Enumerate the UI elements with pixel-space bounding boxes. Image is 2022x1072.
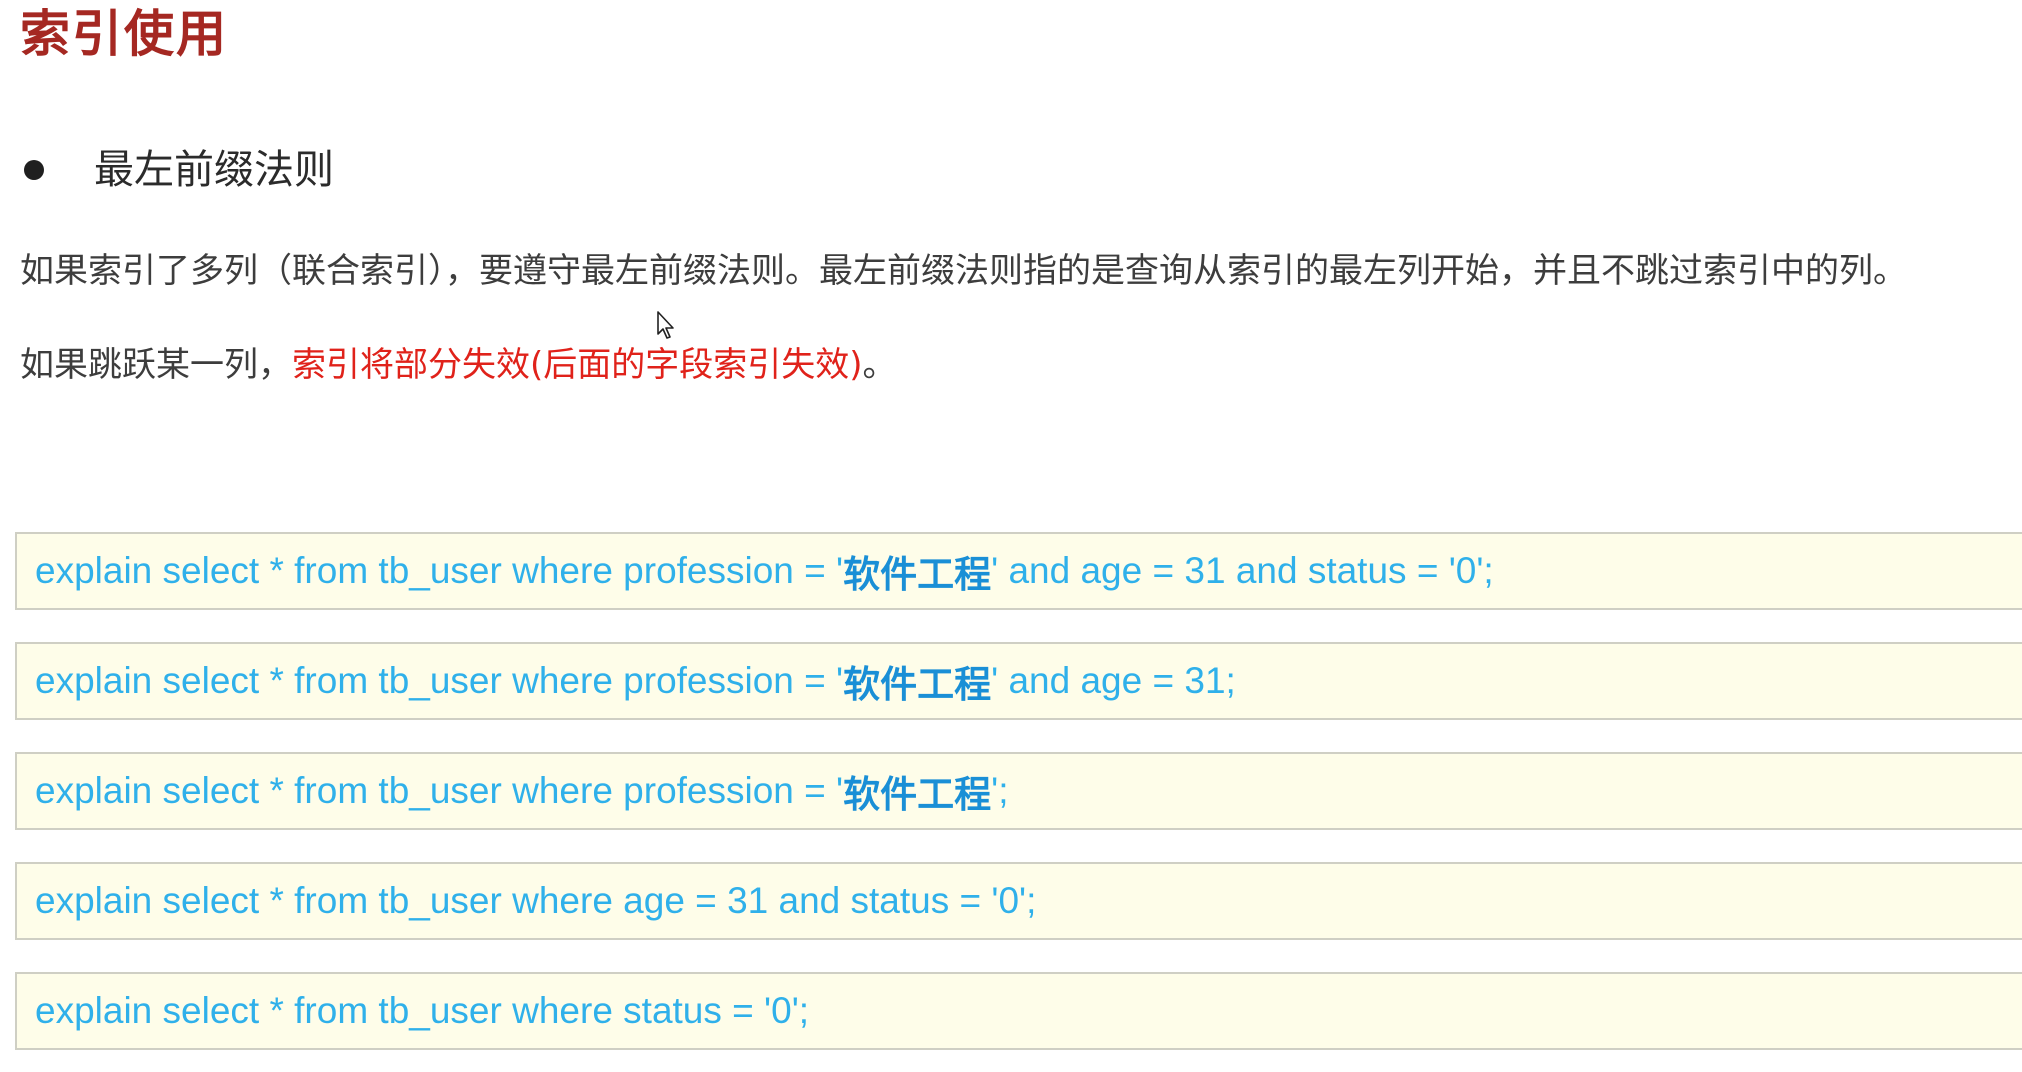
bullet-item-label: 最左前缀法则 [94,147,334,193]
sql-code-value: 软件工程 [843,663,992,706]
rule-warning-highlight: 索引将部分失效(后面的字段索引失效) [292,345,863,385]
sql-code-line: explain select * from tb_user where prof… [15,532,2022,610]
sql-code-text: explain select * from tb_user where prof… [35,550,844,591]
sql-code-text: '; [991,770,1009,811]
sql-code-text: explain select * from tb_user where stat… [35,990,810,1031]
bullet-item-leftmost-prefix: 最左前缀法则 [20,140,334,200]
sql-code-text: explain select * from tb_user where prof… [35,660,844,701]
sql-code-line: explain select * from tb_user where age … [15,862,2022,940]
bullet-dot-icon [24,160,44,180]
sql-code-line: explain select * from tb_user where prof… [15,752,2022,830]
sql-code-value: 软件工程 [843,553,992,596]
sql-code-text: explain select * from tb_user where age … [35,880,1037,921]
rule-warning-suffix: 。 [862,345,897,385]
mouse-pointer-icon [657,311,674,339]
sql-code-text: ' and age = 31; [991,660,1236,701]
sql-code-text: explain select * from tb_user where prof… [35,770,844,811]
rule-warning-prefix: 如果跳跃某一列， [20,345,292,385]
sql-code-line: explain select * from tb_user where stat… [15,972,2022,1050]
sql-code-text: ' and age = 31 and status = '0'; [991,550,1494,591]
rule-warning: 如果跳跃某一列，索引将部分失效(后面的字段索引失效)。 [20,340,897,390]
rule-description: 如果索引了多列（联合索引），要遵守最左前缀法则。最左前缀法则指的是查询从索引的最… [20,251,1907,291]
sql-code-line: explain select * from tb_user where prof… [15,642,2022,720]
sql-code-value: 软件工程 [843,773,992,816]
page-title: 索引使用 [20,5,228,63]
